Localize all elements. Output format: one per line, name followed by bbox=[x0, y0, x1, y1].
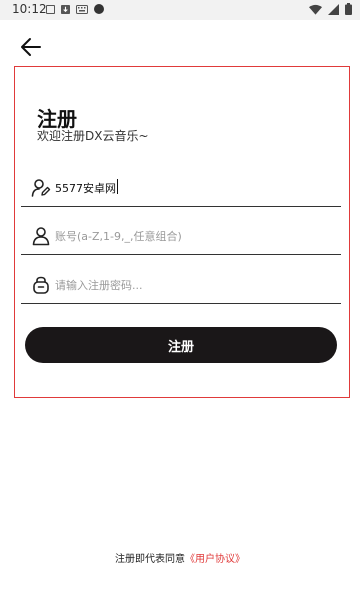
username-input[interactable] bbox=[55, 177, 335, 199]
page-subtitle: 欢迎注册DX云音乐~ bbox=[37, 129, 149, 143]
person-icon bbox=[31, 226, 51, 246]
circle-indicator-icon bbox=[94, 4, 104, 14]
agreement-text: 注册即代表同意 bbox=[115, 554, 185, 565]
register-form: 注册 欢迎注册DX云音乐~ 5577安卓网 账号(a-Z,1-9,_,任意组合)… bbox=[14, 66, 350, 398]
keyboard-icon bbox=[76, 4, 88, 14]
password-input[interactable] bbox=[55, 274, 335, 296]
back-button[interactable] bbox=[18, 36, 44, 58]
battery-icon bbox=[345, 3, 352, 15]
account-field[interactable] bbox=[21, 219, 341, 255]
register-button[interactable]: 注册 bbox=[25, 327, 337, 363]
status-system-icons bbox=[309, 3, 352, 15]
user-edit-icon bbox=[31, 178, 51, 198]
username-field[interactable] bbox=[21, 171, 341, 207]
status-notification-icons bbox=[46, 4, 104, 14]
status-bar: 10:12 bbox=[0, 0, 360, 20]
signal-icon bbox=[328, 3, 339, 15]
account-input[interactable] bbox=[55, 225, 335, 247]
status-time: 10:12 bbox=[12, 2, 47, 16]
lock-icon bbox=[31, 275, 51, 295]
arrow-left-icon bbox=[21, 38, 41, 56]
text-caret bbox=[117, 179, 118, 194]
agreement-notice: 注册即代表同意《用户协议》 bbox=[0, 550, 360, 565]
download-icon bbox=[61, 4, 70, 14]
password-field[interactable] bbox=[21, 268, 341, 304]
user-agreement-link[interactable]: 《用户协议》 bbox=[185, 554, 245, 565]
notification-box-icon bbox=[46, 4, 55, 14]
wifi-icon bbox=[309, 4, 322, 15]
